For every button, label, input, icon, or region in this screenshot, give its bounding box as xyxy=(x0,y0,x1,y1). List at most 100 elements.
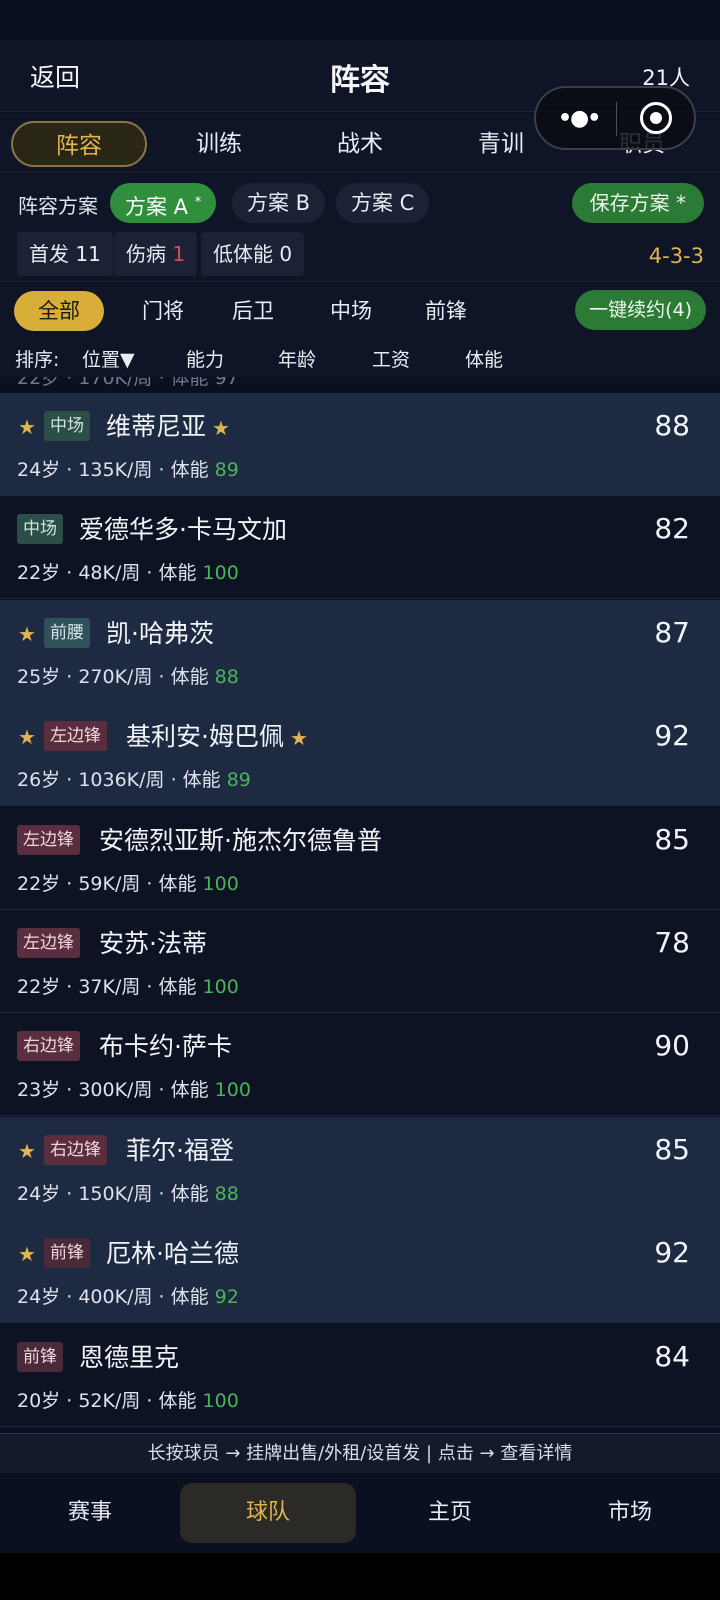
player-name-text: 安德烈亚斯·施杰尔德鲁普 xyxy=(99,825,382,855)
star-icon: ★ xyxy=(18,725,36,750)
nav-market[interactable]: 市场 xyxy=(540,1483,720,1543)
position-badge: 前锋 xyxy=(44,1238,90,1269)
renew-all-button[interactable]: 一键续约(4) xyxy=(575,290,706,330)
nav-matches[interactable]: 赛事 xyxy=(0,1483,180,1543)
sort-age[interactable]: 年龄 xyxy=(278,345,316,372)
sort-ability[interactable]: 能力 xyxy=(186,345,224,372)
star-icon: ★ xyxy=(18,1138,36,1163)
stamina-label: 体能 xyxy=(182,769,221,792)
player-age: 26岁 xyxy=(17,769,61,792)
star-icon: ★ xyxy=(18,1242,36,1267)
player-name: 爱德华多·卡马文加 xyxy=(79,510,287,546)
formation-label[interactable]: 4-3-3 xyxy=(649,244,704,268)
player-name: 安苏·法蒂 xyxy=(99,924,207,960)
player-rating: 92 xyxy=(654,1236,690,1270)
filter-defender[interactable]: 后卫 xyxy=(228,291,278,331)
save-plan-button[interactable]: 保存方案 * xyxy=(571,183,704,223)
starters-stat[interactable]: 首发 11 xyxy=(17,232,113,276)
stamina-label: 体能 xyxy=(158,562,197,585)
filter-midfielder[interactable]: 中场 xyxy=(326,291,376,331)
nav-team[interactable]: 球队 xyxy=(180,1483,356,1543)
position-badge: 左边锋 xyxy=(44,721,107,752)
player-meta: 26岁 · 1036K/周 · 体能 89 xyxy=(17,769,251,792)
player-name: 厄林·哈兰德 xyxy=(106,1234,239,1270)
tab-tactics[interactable]: 战术 xyxy=(292,121,428,167)
plan-a-button[interactable]: 方案 A * xyxy=(110,183,217,223)
injury-stat[interactable]: 伤病 1 xyxy=(114,232,198,276)
filter-all[interactable]: 全部 xyxy=(14,291,104,331)
player-rating: 82 xyxy=(654,512,690,546)
plan-c-button[interactable]: 方案 C xyxy=(336,183,430,223)
player-name: 布卡约·萨卡 xyxy=(99,1027,232,1063)
player-wage: 48K/周 xyxy=(78,562,141,585)
player-meta: 24岁 · 150K/周 · 体能 88 xyxy=(17,1182,239,1205)
player-wage: 135K/周 xyxy=(78,459,153,481)
player-row[interactable]: ★ 前锋 厄林·哈兰德 24岁 · 400K/周 · 体能 92 92 xyxy=(0,1220,720,1324)
plans-label: 阵容方案 xyxy=(18,194,98,218)
player-list[interactable]: 22岁 · 170K/周 · 体能 97 ★ 中场 维蒂尼亚 ★ 24岁 · 135K/… xyxy=(0,377,720,1433)
stamina-label: 体能 xyxy=(170,1079,209,1102)
player-rating: 92 xyxy=(654,719,690,753)
player-row[interactable]: 中场 爱德华多·卡马文加 22岁 · 48K/周 · 体能 100 82 xyxy=(0,496,720,600)
player-stamina: 88 xyxy=(214,665,239,688)
plan-a-unsaved-mark: * xyxy=(194,195,202,210)
captain-star-icon: ★ xyxy=(289,726,308,751)
stamina-label: 体能 xyxy=(170,665,209,688)
sort-stamina[interactable]: 体能 xyxy=(465,345,503,372)
more-dots-icon[interactable]: •●• xyxy=(558,106,601,131)
position-badge: 右边锋 xyxy=(44,1134,107,1165)
lineup-plans: 阵容方案 方案 A * 方案 B 方案 C 保存方案 * xyxy=(0,174,720,230)
player-stamina: 89 xyxy=(226,769,251,792)
player-name-text: 菲尔·福登 xyxy=(126,1135,234,1165)
player-row[interactable]: 前锋 恩德里克 20岁 · 52K/周 · 体能 100 84 xyxy=(0,1323,720,1427)
system-home-bar xyxy=(0,1553,720,1600)
stamina-label: 体能 xyxy=(170,459,209,481)
injury-label: 伤病 xyxy=(126,242,166,266)
player-name: 菲尔·福登 xyxy=(126,1131,234,1167)
stamina-label: 体能 xyxy=(158,872,197,895)
nav-home[interactable]: 主页 xyxy=(360,1483,540,1543)
player-row[interactable]: ★ 中场 维蒂尼亚 ★ 24岁 · 135K/周 · 体能 89 88 xyxy=(0,393,720,496)
stamina-label: 体能 xyxy=(170,1286,209,1309)
filter-goalkeeper[interactable]: 门将 xyxy=(133,291,193,331)
position-badge: 前腰 xyxy=(44,617,90,648)
player-wage: 52K/周 xyxy=(78,1389,141,1412)
player-name-text: 安苏·法蒂 xyxy=(99,929,207,958)
player-row[interactable]: 右边锋 布卡约·萨卡 23岁 · 300K/周 · 体能 100 90 xyxy=(0,1013,720,1117)
sort-position[interactable]: 位置▼ xyxy=(82,345,135,372)
player-row[interactable]: ★ 前腰 凯·哈弗茨 25岁 · 270K/周 · 体能 88 87 xyxy=(0,599,720,703)
squad-stats: 首发 11 伤病 1 低体能 0 4-3-3 xyxy=(0,230,720,282)
player-wage: 300K/周 xyxy=(78,1079,153,1102)
player-stamina: 92 xyxy=(214,1286,239,1309)
target-close-icon[interactable] xyxy=(640,102,672,134)
bottom-nav: 赛事 球队 主页 市场 xyxy=(0,1473,720,1553)
player-name-text: 厄林·哈兰德 xyxy=(106,1239,239,1269)
position-badge: 左边锋 xyxy=(17,824,80,855)
tab-lineup[interactable]: 阵容 xyxy=(11,121,147,167)
player-row[interactable]: ★ 右边锋 菲尔·福登 24岁 · 150K/周 · 体能 88 85 xyxy=(0,1116,720,1220)
star-icon: ★ xyxy=(18,621,36,646)
low-stamina-stat[interactable]: 低体能 0 xyxy=(201,232,305,276)
player-name: 恩德里克 xyxy=(79,1338,179,1374)
player-name: 维蒂尼亚 ★ xyxy=(106,407,230,443)
player-meta: 25岁 · 270K/周 · 体能 88 xyxy=(17,665,239,688)
sort-wage[interactable]: 工资 xyxy=(372,345,410,372)
player-stamina: 100 xyxy=(214,1079,251,1102)
player-row[interactable]: 左边锋 安德烈亚斯·施杰尔德鲁普 22岁 · 59K/周 · 体能 100 85 xyxy=(0,806,720,910)
player-wage: 59K/周 xyxy=(78,872,141,895)
player-row[interactable]: ★ 左边锋 基利安·姆巴佩 ★ 26岁 · 1036K/周 · 体能 89 92 xyxy=(0,703,720,807)
player-row[interactable]: 左边锋 安苏·法蒂 22岁 · 37K/周 · 体能 100 78 xyxy=(0,910,720,1013)
player-stamina: 100 xyxy=(202,872,239,895)
player-wage: 37K/周 xyxy=(78,976,141,998)
tab-training[interactable]: 训练 xyxy=(151,121,287,167)
player-stamina: 100 xyxy=(202,1389,239,1412)
plan-b-button[interactable]: 方案 B xyxy=(232,183,326,223)
filter-forward[interactable]: 前锋 xyxy=(421,291,471,331)
player-stamina: 88 xyxy=(214,1182,239,1205)
player-meta: 22岁 · 59K/周 · 体能 100 xyxy=(17,872,239,895)
status-bar xyxy=(0,0,720,40)
player-wage: 270K/周 xyxy=(78,665,153,688)
player-name-text: 爱德华多·卡马文加 xyxy=(79,515,287,545)
player-age: 25岁 xyxy=(17,665,61,688)
stamina-label: 体能 xyxy=(158,976,197,998)
